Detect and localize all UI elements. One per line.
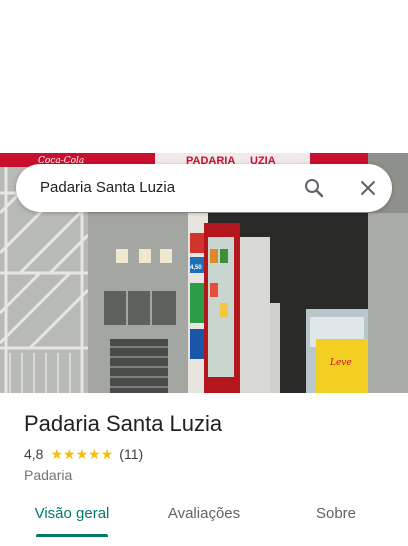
rating-row[interactable]: 4,8 ★ ★ ★ ★ ★ (11) bbox=[24, 445, 143, 463]
review-count[interactable]: (11) bbox=[119, 446, 143, 462]
bin-label: Leve bbox=[329, 358, 352, 368]
place-info-panel: Padaria Santa Luzia 4,8 ★ ★ ★ ★ ★ (11) P… bbox=[0, 393, 408, 546]
active-tab-indicator bbox=[36, 534, 108, 537]
star-icon: ★ bbox=[63, 446, 76, 462]
rating-stars: ★ ★ ★ ★ ★ bbox=[50, 447, 113, 461]
place-category: Padaria bbox=[24, 467, 73, 483]
place-tabs: Visão geral Avaliações Sobre bbox=[0, 499, 408, 546]
star-icon: ★ bbox=[88, 446, 101, 462]
star-icon: ★ bbox=[75, 446, 89, 462]
search-icon[interactable] bbox=[302, 176, 326, 200]
star-icon: ★ bbox=[50, 446, 64, 462]
close-icon[interactable] bbox=[356, 176, 380, 200]
search-bar[interactable]: Padaria Santa Luzia bbox=[16, 164, 392, 212]
blank-header-area bbox=[0, 0, 408, 153]
search-input[interactable]: Padaria Santa Luzia bbox=[40, 164, 175, 212]
place-title: Padaria Santa Luzia bbox=[24, 411, 223, 436]
tab-reviews[interactable]: Avaliações bbox=[158, 499, 250, 543]
star-icon: ★ bbox=[100, 446, 114, 462]
tab-about[interactable]: Sobre bbox=[306, 499, 366, 543]
rating-value: 4,8 bbox=[24, 446, 44, 462]
price-tag: 4,50 bbox=[190, 265, 202, 271]
